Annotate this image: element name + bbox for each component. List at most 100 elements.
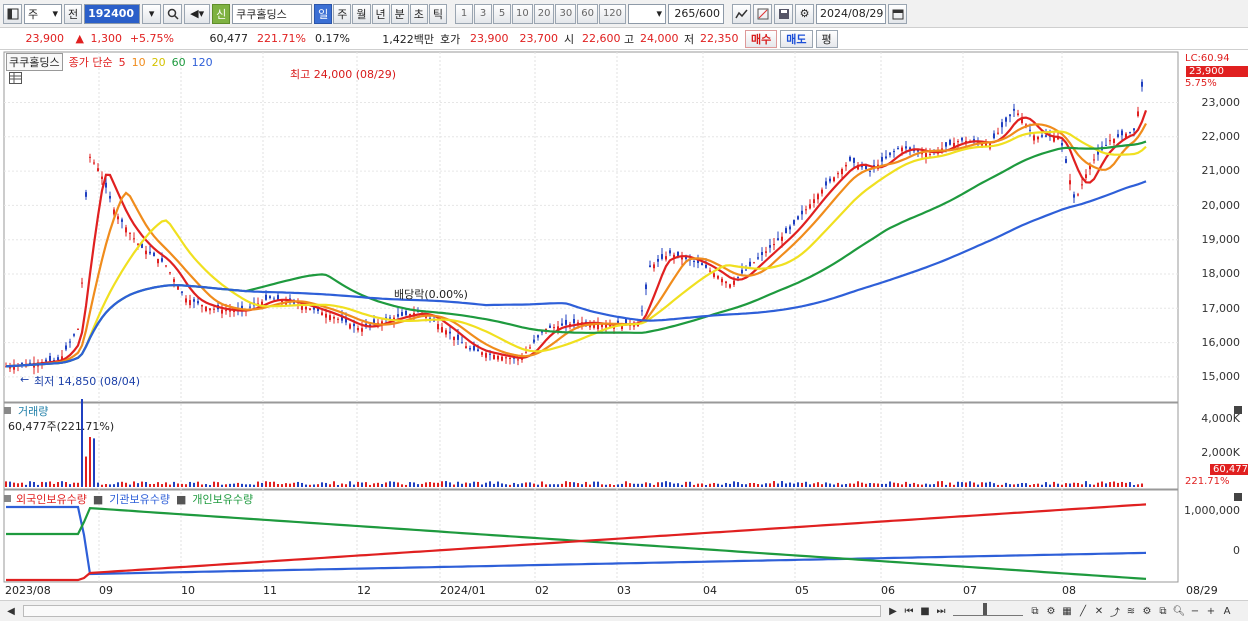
volume-bar	[765, 483, 767, 487]
volume-bar	[929, 484, 931, 487]
interval-5[interactable]: 5	[493, 3, 511, 24]
volume-bar	[605, 484, 607, 487]
date-field[interactable]: 2024/08/29	[816, 3, 887, 24]
all-markets-button[interactable]: 전	[64, 3, 83, 24]
calendar-icon[interactable]	[888, 3, 908, 24]
window-menu-icon[interactable]	[3, 3, 22, 24]
candle-body	[793, 220, 795, 225]
interval-20[interactable]: 20	[533, 3, 555, 24]
candle-body	[85, 192, 87, 197]
volume-bar	[13, 482, 15, 487]
volume-bar	[797, 482, 799, 487]
volume-bar	[1005, 482, 1007, 487]
data-table-icon[interactable]	[9, 72, 22, 84]
stock-code-input[interactable]: 192400	[84, 3, 141, 24]
candle-body	[73, 334, 75, 336]
volume-panel-handle-icon[interactable]	[4, 407, 11, 414]
volume-panel-close-icon[interactable]	[1234, 406, 1242, 414]
line-tool-icon[interactable]: ╱	[1075, 603, 1091, 619]
eval-button[interactable]: 평	[815, 29, 838, 48]
search-icon[interactable]	[163, 3, 183, 24]
candle-body	[957, 141, 959, 143]
volume-bar	[1085, 481, 1087, 487]
custom-interval-select[interactable]: ▾	[628, 3, 667, 24]
legend-individual[interactable]: 개인보유수량	[192, 491, 253, 507]
zoom-out-icon[interactable]: −	[1187, 603, 1203, 619]
volume-bar	[1037, 483, 1039, 487]
settings-gear-icon[interactable]: ⚙	[795, 3, 815, 24]
interval-60[interactable]: 60	[577, 3, 598, 24]
text-size-icon[interactable]: A	[1219, 603, 1235, 619]
volume-bar	[505, 484, 507, 487]
legend-stock-name[interactable]: 쿠쿠홀딩스	[6, 53, 63, 71]
tab-second[interactable]: 초	[409, 3, 428, 24]
cross-icon[interactable]: ✕	[1091, 603, 1107, 619]
horizontal-scrollbar[interactable]	[23, 605, 881, 617]
volume-bar	[513, 482, 515, 487]
candle-body	[901, 147, 903, 152]
interval-10[interactable]: 10	[512, 3, 533, 24]
interval-3[interactable]: 3	[474, 3, 492, 24]
x-label-03: 03	[617, 584, 631, 597]
volume-bar	[485, 482, 487, 487]
settings-icon[interactable]: ⚙	[1043, 603, 1059, 619]
trend-icon[interactable]: ⤴	[1107, 603, 1123, 619]
table-view-icon[interactable]: ▦	[1059, 603, 1075, 619]
legend-institution[interactable]: 기관보유수량	[109, 491, 170, 507]
holdings-panel-close-icon[interactable]	[1234, 493, 1242, 501]
volume-bar	[701, 483, 703, 487]
volume-bar	[1121, 481, 1123, 487]
tab-minute[interactable]: 분	[390, 3, 409, 24]
candle-body	[849, 156, 851, 161]
volume-panel-title[interactable]: 거래량	[18, 403, 48, 419]
tab-month[interactable]: 월	[352, 3, 371, 24]
rewind-icon[interactable]: ⏮	[901, 603, 917, 619]
scroll-left-icon[interactable]: ◀	[3, 603, 19, 619]
legend-ma20: 20	[151, 55, 166, 69]
candle-body	[757, 257, 759, 259]
zoom-slider-thumb[interactable]	[983, 603, 987, 615]
sell-button[interactable]: 매도	[780, 29, 813, 48]
chart-area[interactable]: 쿠쿠홀딩스 종가 단순 5 10 20 60 120 LC:60.94 23,9…	[0, 50, 1248, 600]
data-count-field[interactable]: 265/600	[668, 3, 725, 24]
candle-body	[709, 270, 711, 272]
fibonacci-icon[interactable]: ≋	[1123, 603, 1139, 619]
chart-type-icon[interactable]	[732, 3, 752, 24]
tab-day[interactable]: 일	[314, 3, 333, 24]
sound-icon[interactable]: ◀▾	[184, 3, 211, 24]
layers-icon[interactable]: ⧉	[1155, 603, 1171, 619]
code-dropdown-chevron-icon[interactable]: ▾	[142, 3, 162, 24]
candle-body	[733, 280, 735, 285]
buy-button[interactable]: 매수	[745, 29, 778, 48]
tab-week[interactable]: 주	[333, 3, 352, 24]
y-tick-18000: 18,000	[1201, 267, 1241, 280]
gear-icon[interactable]: ⚙	[1139, 603, 1155, 619]
stop-icon[interactable]: ■	[917, 603, 933, 619]
zoom-slider[interactable]	[953, 603, 1023, 616]
legend-ma60: 60	[171, 55, 186, 69]
interval-30[interactable]: 30	[555, 3, 577, 24]
zoom-in-icon[interactable]: +	[1203, 603, 1219, 619]
candle-body	[1009, 114, 1011, 117]
legend-foreign[interactable]: 외국인보유수량	[16, 491, 87, 507]
interval-1[interactable]: 1	[455, 3, 473, 24]
compare-icon[interactable]: ⧉	[1027, 603, 1043, 619]
fast-forward-icon[interactable]: ⏭	[933, 603, 949, 619]
volume-bar	[281, 484, 283, 487]
volume-bar	[377, 482, 379, 487]
interval-120[interactable]: 120	[598, 3, 627, 24]
volume-bar	[689, 481, 691, 487]
y-tick-15000: 15,000	[1201, 370, 1241, 383]
holdings-panel-handle-icon[interactable]	[4, 495, 11, 502]
y-tick-20000: 20,000	[1201, 199, 1241, 212]
tab-tick[interactable]: 틱	[428, 3, 447, 24]
candle-body	[1045, 135, 1047, 137]
scroll-right-icon[interactable]: ▶	[885, 603, 901, 619]
save-icon[interactable]	[774, 3, 794, 24]
tab-year[interactable]: 년	[371, 3, 390, 24]
candle-body	[77, 328, 79, 330]
market-select[interactable]: 주 ▾	[24, 3, 62, 24]
zoom-icon[interactable]: 🔍︎	[1171, 603, 1187, 619]
draw-tool-icon[interactable]	[753, 3, 773, 24]
volume-bar	[697, 483, 699, 487]
